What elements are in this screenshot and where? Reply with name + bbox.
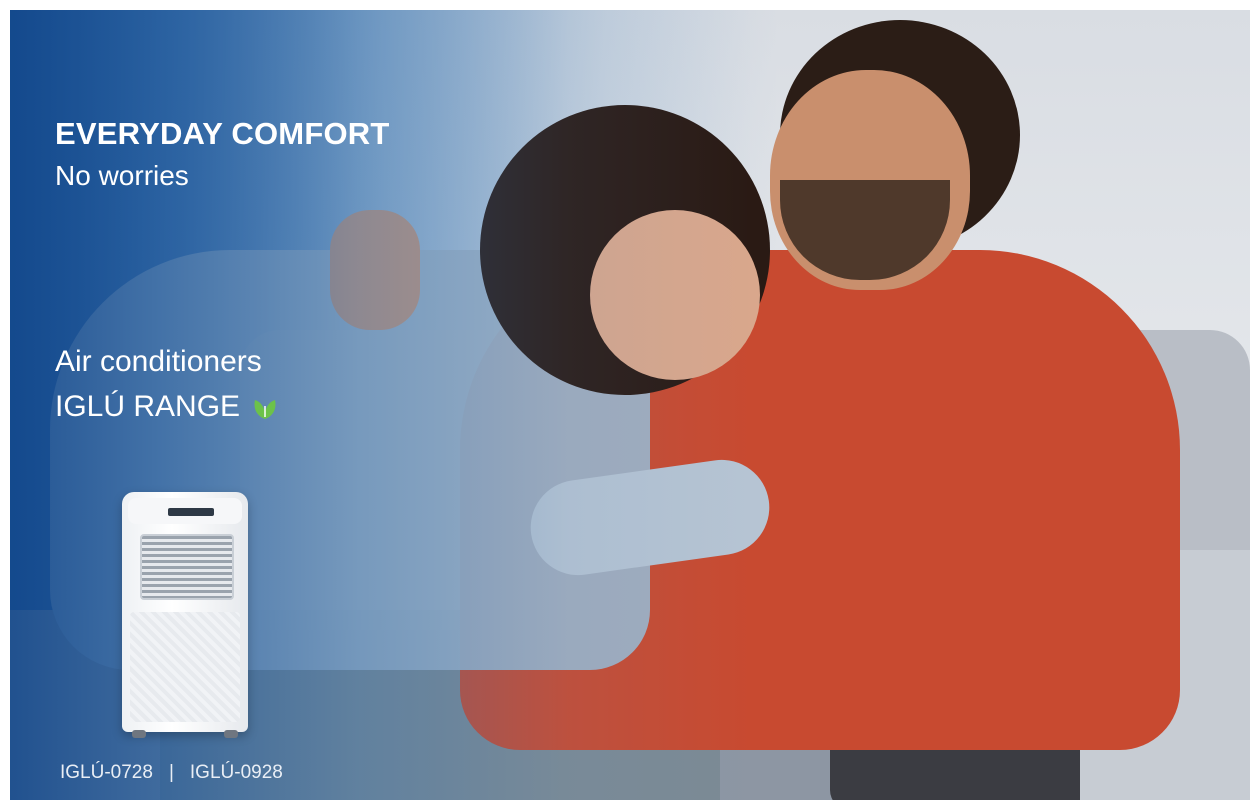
range-row: IGLÚ RANGE xyxy=(55,390,280,424)
subline: No worries xyxy=(55,160,189,191)
air-conditioner-product xyxy=(122,492,248,738)
model-separator: | xyxy=(168,762,174,783)
model-names: IGLÚ-0728 | IGLÚ-0928 xyxy=(60,762,283,784)
ac-caster xyxy=(224,730,238,738)
leaf-icon xyxy=(250,392,280,422)
headline: EVERYDAY COMFORT xyxy=(55,116,390,151)
model-name: IGLÚ-0728 xyxy=(60,762,153,783)
promo-banner: EVERYDAY COMFORT No worries Air conditio… xyxy=(10,10,1250,800)
ac-air-grille xyxy=(140,534,234,600)
product-type: Air conditioners xyxy=(55,345,262,378)
ac-display xyxy=(168,508,214,516)
range-name: IGLÚ RANGE xyxy=(55,390,241,423)
ac-caster xyxy=(132,730,146,738)
ac-control-panel xyxy=(128,498,242,524)
ac-body-panel xyxy=(130,612,240,722)
model-name: IGLÚ-0928 xyxy=(189,762,283,783)
